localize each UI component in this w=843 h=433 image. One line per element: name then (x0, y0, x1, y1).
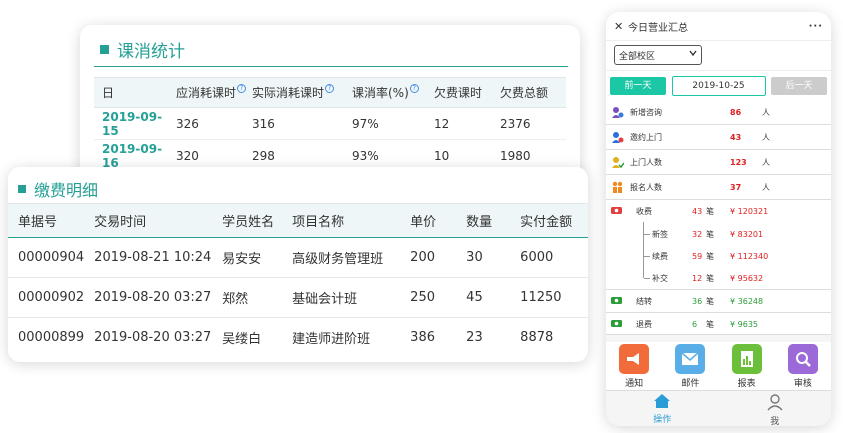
close-icon[interactable]: ✕ (614, 20, 628, 33)
title-underline (94, 66, 568, 67)
next-day-button[interactable]: 后一天 (771, 76, 827, 95)
title-square-icon (18, 185, 26, 193)
table-row[interactable]: 00000899 2019-08-20 03:27 吴缕白 建造师进阶班 386 23 88… (8, 318, 588, 358)
col-header: 单价 (400, 203, 457, 238)
col-header: 课消率(%)? (344, 77, 426, 108)
col-header: 实际消耗课时? (250, 77, 344, 108)
fee-sub-renew: 续费 59 笔 ¥ 112340 (652, 251, 769, 261)
col-header: 单据号 (8, 203, 85, 238)
prev-day-button[interactable]: 前一天 (610, 76, 666, 95)
person-icon (767, 394, 783, 411)
col-header: 交易时间 (84, 203, 213, 238)
table-row[interactable]: 00000902 2019-08-20 03:27 郑然 基础会计班 250 45 1125… (8, 277, 588, 318)
fee-section: 收费 43 笔 ¥ 120321 新签 32 笔 ¥ 83201 续费 59 笔… (606, 200, 831, 290)
action-grid: 通知 邮件 报表 审核 (606, 342, 831, 394)
refund-row: 退费 6 笔 ¥ 9635 (606, 313, 831, 335)
megaphone-icon (619, 344, 650, 374)
enrolled-people-icon (610, 180, 624, 194)
bottom-tab-bar: 操作 我 (606, 390, 831, 426)
metric-enrolled: 报名人数 37 人 (606, 175, 831, 200)
tab-operations[interactable]: 操作 (632, 391, 692, 426)
notify-action[interactable]: 通知 (614, 344, 654, 394)
phone-title: 今日营业汇总 (628, 22, 688, 34)
payment-details-card: 缴费明细 单据号 交易时间 学员姓名 项目名称 单价 数量 实付金额 00000… (8, 167, 588, 362)
course-stats-table: 日 应消耗课时? 实际消耗课时? 课消率(%)? 欠费课时 欠费总额 2019-… (94, 77, 566, 172)
more-icon[interactable]: ··· (809, 21, 823, 32)
fee-sub-supplement: 补交 12 笔 ¥ 95632 (652, 273, 764, 283)
course-stats-card: 课消统计 日 应消耗课时? 实际消耗课时? 课消率(%)? 欠费课时 欠费总额 … (80, 25, 580, 185)
carry-over-row: 结转 36 笔 ¥ 36248 (606, 290, 831, 313)
audit-action[interactable]: 审核 (783, 344, 823, 394)
metric-new-inquiry: 新增咨询 86 人 (606, 100, 831, 125)
carry-money-icon (610, 295, 624, 308)
report-icon (731, 344, 762, 374)
help-icon[interactable]: ? (237, 84, 247, 93)
refund-money-icon (610, 318, 624, 331)
metric-visitors: 上门人数 123 人 (606, 150, 831, 175)
report-action[interactable]: 报表 (727, 344, 767, 394)
table-row[interactable]: 00000904 2019-08-21 10:24 易安安 高级财务管理班 200 30 6… (8, 237, 588, 278)
payment-table: 单据号 交易时间 学员姓名 项目名称 单价 数量 实付金额 00000904 20… (8, 203, 588, 358)
col-header: 学员姓名 (212, 203, 283, 238)
help-icon[interactable]: ? (325, 84, 335, 93)
course-stats-title: 课消统计 (100, 37, 185, 62)
table-header-row: 单据号 交易时间 学员姓名 项目名称 单价 数量 实付金额 (8, 203, 588, 238)
table-header-row: 日 应消耗课时? 实际消耗课时? 课消率(%)? 欠费课时 欠费总额 (94, 77, 566, 108)
chevron-down-icon (689, 50, 697, 57)
col-header: 数量 (456, 203, 511, 238)
col-header: 项目名称 (282, 203, 401, 238)
magnifier-icon (787, 344, 818, 374)
date-nav: 前一天 2019-10-25 后一天 (606, 70, 831, 100)
campus-filter-bar: 全部校区 (606, 40, 831, 70)
metric-invited-visit: 邀约上门 43 人 (606, 125, 831, 150)
col-header: 实付金额 (510, 203, 588, 238)
mail-action[interactable]: 邮件 (670, 344, 710, 394)
col-header: 日 (94, 77, 172, 108)
fee-total-line: 收费 43 笔 ¥ 120321 (610, 200, 831, 222)
tab-me[interactable]: 我 (745, 391, 805, 426)
table-row[interactable]: 2019-09-15 326 316 97% 12 2376 (94, 107, 566, 140)
invite-person-icon (610, 130, 624, 144)
campus-select[interactable]: 全部校区 (614, 45, 702, 65)
daily-summary-phone: ✕ 今日营业汇总 ··· 全部校区 前一天 2019-10-25 后一天 新增咨… (606, 12, 831, 426)
home-icon (654, 394, 671, 408)
payment-details-title: 缴费明细 (18, 177, 98, 201)
phone-header: ✕ 今日营业汇总 ··· (606, 12, 831, 40)
col-header: 欠费总额 (492, 77, 566, 108)
help-icon[interactable]: ? (409, 84, 419, 93)
visitor-person-icon (610, 155, 624, 169)
title-square-icon (100, 45, 109, 54)
fee-money-icon (610, 205, 624, 218)
col-header: 应消耗课时? (172, 77, 250, 108)
date-picker[interactable]: 2019-10-25 (671, 75, 766, 96)
inquiry-person-icon (610, 105, 624, 119)
mail-icon (675, 344, 706, 374)
fee-sub-new: 新签 32 笔 ¥ 83201 (652, 229, 764, 239)
col-header: 欠费课时 (426, 77, 492, 108)
